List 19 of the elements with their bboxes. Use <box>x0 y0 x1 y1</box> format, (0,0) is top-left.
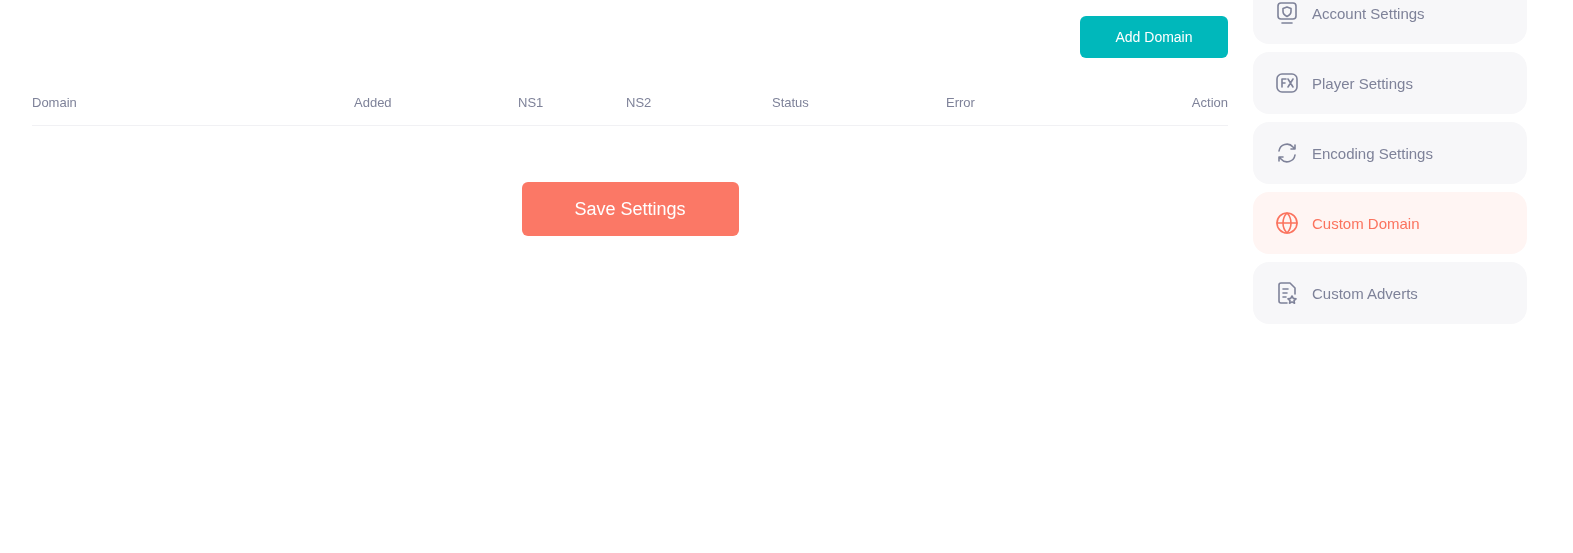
column-header: NS1 <box>518 95 545 110</box>
column-header: Action <box>1190 95 1228 110</box>
sidebar-item[interactable]: Player Settings <box>1253 52 1527 114</box>
column-header: Added <box>354 95 393 110</box>
sidebar-item[interactable]: Custom Adverts <box>1253 262 1527 324</box>
sidebar-item[interactable]: Encoding Settings <box>1253 122 1527 184</box>
sidebar-item[interactable]: Custom Domain <box>1253 192 1527 254</box>
refresh-icon <box>1275 141 1299 165</box>
document-star-icon <box>1275 281 1299 305</box>
fx-icon <box>1275 71 1299 95</box>
column-header: Domain <box>32 95 78 110</box>
column-header: Error <box>946 95 976 110</box>
column-header: NS2 <box>626 95 653 110</box>
column-header: Status <box>772 95 810 110</box>
add-domain-button[interactable]: Add Domain <box>1080 16 1228 58</box>
sidebar-item[interactable]: Account Settings <box>1253 0 1527 44</box>
monitor-shield-icon <box>1275 1 1299 25</box>
save-button[interactable]: Save Settings <box>521 182 739 236</box>
globe-icon <box>1275 211 1299 235</box>
